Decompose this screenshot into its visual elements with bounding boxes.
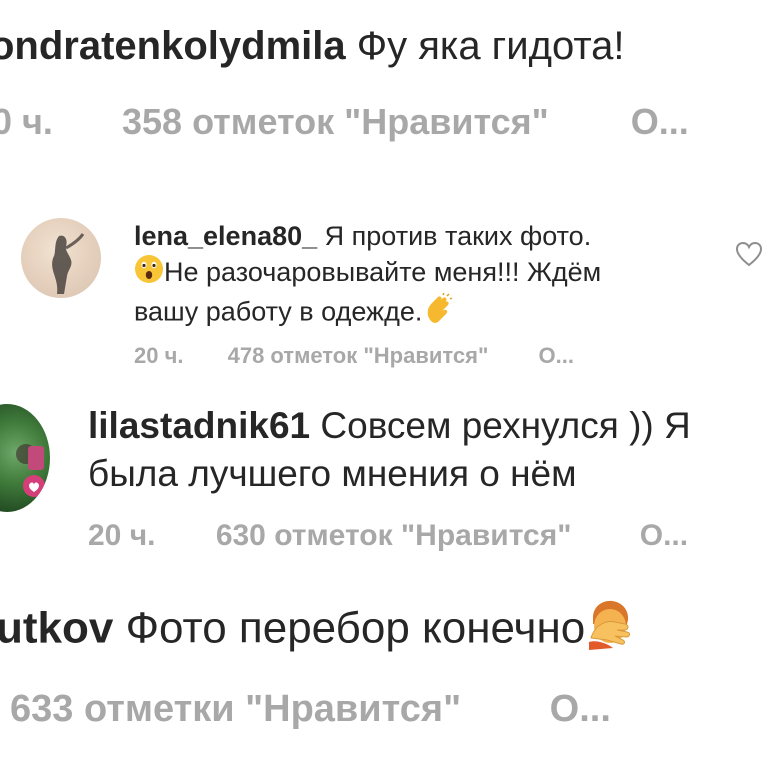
- comment-username[interactable]: ondratenkolydmila: [0, 24, 346, 68]
- comment-username[interactable]: utkov: [0, 604, 113, 653]
- comment-username[interactable]: lena_elena80_: [134, 221, 317, 251]
- comment-line: lena_elena80_ Я против таких фото.: [134, 218, 601, 254]
- avatar-photo-icon: [16, 444, 45, 497]
- comment-username[interactable]: lilastadnik61: [88, 405, 310, 446]
- clapping-hands-icon: [422, 293, 454, 334]
- comment-2-meta: 20 ч. 478 отметок "Нравится" О...: [134, 341, 574, 371]
- like-heart-icon[interactable]: [734, 240, 764, 268]
- comment-body: Фото перебор конечно: [125, 603, 586, 653]
- comment-line: lilastadnik61 Совсем рехнулся )) Я: [88, 402, 691, 450]
- comment-line: Не разочаровывайте меня!!! Ждём: [134, 254, 601, 293]
- avatar[interactable]: [0, 402, 52, 514]
- comment-body: была лучшего мнения о нём: [88, 453, 577, 494]
- comment-2: lena_elena80_ Я против таких фото. Не ра…: [134, 218, 601, 334]
- comment-time: 20 ч.: [88, 519, 156, 552]
- astonished-face-icon: [134, 254, 164, 293]
- reply-button[interactable]: О...: [539, 341, 574, 371]
- comment-1-meta: 0 ч. 358 отметок "Нравится" О...: [0, 100, 689, 144]
- comment-line: вашу работу в одежде.: [134, 293, 601, 334]
- avatar[interactable]: [21, 218, 101, 298]
- comments-feed: ondratenkolydmila Фу яка гидота! 0 ч. 35…: [0, 0, 768, 768]
- likes-count-link[interactable]: 630 отметок "Нравится": [216, 516, 572, 556]
- comment-body: Я против таких фото.: [324, 221, 592, 251]
- reply-button[interactable]: О...: [631, 100, 689, 144]
- comment-1: ondratenkolydmila Фу яка гидота!: [0, 22, 625, 70]
- comment-3: lilastadnik61 Совсем рехнулся )) Я была …: [88, 402, 691, 498]
- comment-body: Не разочаровывайте меня!!! Ждём: [164, 257, 602, 287]
- comment-body: Фу яка гидота!: [356, 24, 625, 68]
- reply-button[interactable]: О...: [640, 516, 688, 556]
- likes-count-link[interactable]: 478 отметок "Нравится": [228, 341, 489, 371]
- comment-4-meta: 633 отметки "Нравится" О...: [10, 686, 611, 732]
- comment-time: 0 ч.: [0, 101, 53, 142]
- comment-line: была лучшего мнения о нём: [88, 450, 691, 498]
- comment-body: вашу работу в одежде.: [134, 297, 423, 327]
- facepalm-icon: [585, 598, 635, 664]
- comment-time: 20 ч.: [134, 343, 184, 368]
- comment-body: Совсем рехнулся )) Я: [320, 405, 691, 446]
- avatar-photo-icon: [52, 233, 85, 294]
- comment-4: utkov Фото перебор конечно: [0, 598, 635, 664]
- reply-button[interactable]: О...: [550, 686, 611, 732]
- likes-count-link[interactable]: 358 отметок "Нравится": [122, 100, 549, 144]
- comment-3-meta: 20 ч. 630 отметок "Нравится" О...: [88, 516, 688, 556]
- likes-count-link[interactable]: 633 отметки "Нравится": [10, 686, 461, 732]
